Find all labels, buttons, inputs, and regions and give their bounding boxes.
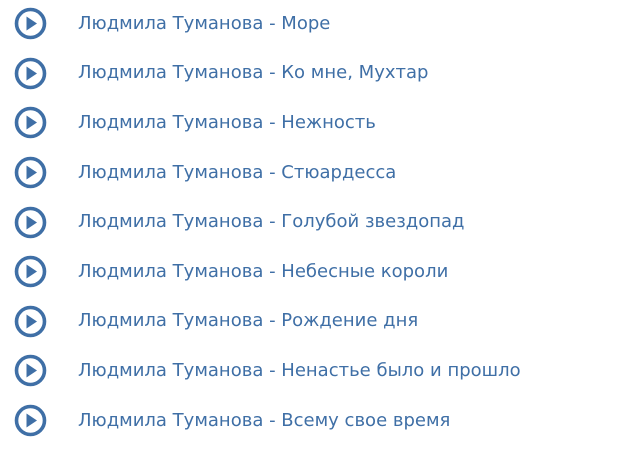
play-circle-icon[interactable] (14, 255, 47, 288)
track-item[interactable]: Людмила Туманова - Небесные короли (0, 247, 621, 297)
play-circle-icon[interactable] (14, 7, 47, 40)
play-circle-icon[interactable] (14, 106, 47, 139)
track-title[interactable]: Людмила Туманова - Море (78, 13, 330, 35)
play-circle-icon[interactable] (14, 404, 47, 437)
play-circle-icon[interactable] (14, 156, 47, 189)
track-list: Людмила Туманова - Море Людмила Туманова… (0, 0, 621, 445)
track-title[interactable]: Людмила Туманова - Стюардесса (78, 162, 396, 184)
track-title[interactable]: Людмила Туманова - Ненастье было и прошл… (78, 360, 521, 382)
track-title[interactable]: Людмила Туманова - Небесные короли (78, 261, 448, 283)
track-item[interactable]: Людмила Туманова - Ко мне, Мухтар (0, 49, 621, 99)
play-circle-icon[interactable] (14, 206, 47, 239)
track-title[interactable]: Людмила Туманова - Голубой звездопад (78, 211, 465, 233)
play-circle-icon[interactable] (14, 305, 47, 338)
track-title[interactable]: Людмила Туманова - Ко мне, Мухтар (78, 62, 428, 84)
play-circle-icon[interactable] (14, 57, 47, 90)
track-title[interactable]: Людмила Туманова - Всему свое время (78, 410, 450, 432)
track-item[interactable]: Людмила Туманова - Нежность (0, 98, 621, 148)
track-item[interactable]: Людмила Туманова - Ненастье было и прошл… (0, 346, 621, 396)
track-item[interactable]: Людмила Туманова - Рождение дня (0, 297, 621, 347)
play-circle-icon[interactable] (14, 354, 47, 387)
track-item[interactable]: Людмила Туманова - Море (0, 0, 621, 49)
track-item[interactable]: Людмила Туманова - Стюардесса (0, 148, 621, 198)
track-item[interactable]: Людмила Туманова - Голубой звездопад (0, 197, 621, 247)
track-title[interactable]: Людмила Туманова - Нежность (78, 112, 376, 134)
track-title[interactable]: Людмила Туманова - Рождение дня (78, 310, 418, 332)
track-item[interactable]: Людмила Туманова - Всему свое время (0, 396, 621, 446)
